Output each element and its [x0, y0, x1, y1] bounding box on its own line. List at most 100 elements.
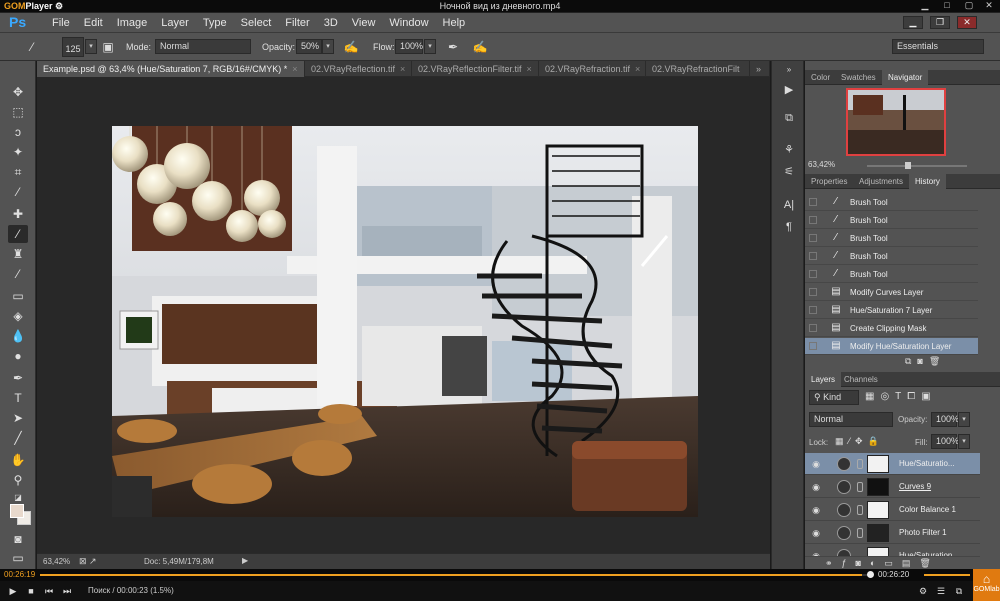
layers-footer-icons[interactable]: ⚭ƒ◙◐▭▤🗑 — [825, 558, 995, 569]
seek-track[interactable] — [40, 574, 870, 576]
mode-select[interactable]: Normal — [155, 39, 251, 54]
seek-thumb[interactable] — [867, 571, 874, 578]
menu-help[interactable]: Help — [436, 13, 473, 33]
layer-mask-thumbnail[interactable] — [867, 478, 889, 496]
navigator-thumbnail[interactable] — [846, 88, 946, 156]
expand-strip-icon[interactable]: » — [780, 61, 798, 79]
marquee-tool-icon[interactable]: ⬚ — [8, 103, 28, 121]
zoom-tool-icon[interactable]: ⚲ — [8, 471, 28, 489]
brush-presets-icon[interactable]: ⚘ — [780, 141, 798, 159]
tab-vray-reflection[interactable]: 02.VRayReflection.tif × — [305, 61, 412, 77]
tab-properties[interactable]: Properties — [805, 174, 853, 189]
history-item-selected[interactable]: ▤ Modify Hue/Saturation Layer — [805, 338, 978, 355]
player-restore-icon[interactable]: ▢ — [962, 0, 976, 11]
navigator-zoom-slider[interactable] — [867, 165, 967, 167]
menu-layer[interactable]: Layer — [154, 13, 196, 33]
layer-row[interactable]: ◉ Curves 9 — [805, 476, 980, 498]
healing-tool-icon[interactable]: ✚ — [8, 205, 28, 223]
layer-row[interactable]: ◉ Hue/Saturation... — [805, 545, 980, 557]
menu-select[interactable]: Select — [234, 13, 279, 33]
history-item[interactable]: ▤ Modify Curves Layer — [805, 284, 978, 301]
character-panel-icon[interactable]: ⧉ — [780, 109, 798, 127]
visibility-eye-icon[interactable]: ◉ — [810, 458, 822, 470]
brush-size-dropdown-icon[interactable]: ▾ — [85, 39, 97, 54]
airbrush-icon[interactable]: ✒ — [445, 39, 461, 55]
line-tool-icon[interactable]: ╱ — [8, 429, 28, 447]
history-item[interactable]: ▤ Create Clipping Mask — [805, 320, 978, 337]
pen-tool-icon[interactable]: ✒ — [8, 369, 28, 387]
layer-name[interactable]: Hue/Saturatio... — [899, 453, 955, 475]
visibility-eye-icon[interactable]: ◉ — [810, 527, 822, 539]
tab-vray-reflection-filter[interactable]: 02.VRayReflectionFilter.tif × — [412, 61, 539, 77]
layer-row[interactable]: ◉ Color Balance 1 — [805, 499, 980, 521]
play-action-icon[interactable]: ▶ — [780, 81, 798, 99]
player-close-icon[interactable]: ✕ — [982, 0, 996, 11]
player-minimize-icon[interactable]: ▁ — [918, 0, 932, 11]
layer-row-selected[interactable]: ◉ Hue/Saturatio... — [805, 453, 980, 475]
status-menu-arrow-icon[interactable]: ▶ — [242, 556, 248, 565]
layer-name[interactable]: Hue/Saturation... — [899, 545, 959, 556]
layer-mask-thumbnail[interactable] — [867, 524, 889, 542]
layer-mask-thumbnail[interactable] — [867, 455, 889, 473]
menu-type[interactable]: Type — [196, 13, 234, 33]
layer-blend-mode[interactable]: Normal — [809, 412, 893, 427]
visibility-eye-icon[interactable]: ◉ — [810, 481, 822, 493]
close-tab-icon[interactable]: × — [527, 64, 532, 74]
tab-history[interactable]: History — [909, 174, 946, 189]
next-icon[interactable]: ⏭ — [60, 584, 74, 598]
layer-filter-icons[interactable]: ▦◎T⧠▣ — [865, 391, 937, 402]
playlist-icon[interactable]: ☰ — [934, 584, 948, 598]
layer-opacity-input[interactable]: 100% — [931, 412, 959, 427]
menu-3d[interactable]: 3D — [317, 13, 345, 33]
close-tab-icon[interactable]: × — [400, 64, 405, 74]
opacity-input[interactable]: 50% — [296, 39, 322, 54]
layer-row[interactable]: ◉ Photo Filter 1 — [805, 522, 980, 544]
tab-vray-refraction[interactable]: 02.VRayRefraction.tif × — [539, 61, 646, 77]
move-tool-icon[interactable]: ✥ — [8, 83, 28, 101]
history-item[interactable]: ⁄ Brush Tool — [805, 248, 978, 265]
fill-input[interactable]: 100% — [931, 434, 959, 449]
preferences-icon[interactable]: ⚙ — [916, 584, 930, 598]
layer-kind-filter[interactable]: ⚲ Kind — [809, 390, 859, 405]
navigator-zoom[interactable]: 63,42% — [808, 160, 835, 169]
quick-mask-icon[interactable]: ◙ — [8, 530, 28, 548]
tab-adjustments[interactable]: Adjustments — [853, 174, 909, 189]
crop-tool-icon[interactable]: ⌗ — [8, 163, 28, 181]
menu-window[interactable]: Window — [382, 13, 435, 33]
pressure-size-icon[interactable]: ✍ — [472, 39, 488, 55]
canvas-area[interactable] — [37, 77, 770, 553]
link-chain-icon[interactable] — [857, 482, 863, 492]
navigator-slider-thumb[interactable] — [905, 162, 911, 169]
blur-tool-icon[interactable]: 💧 — [8, 327, 28, 345]
type-tool-icon[interactable]: T — [8, 389, 28, 407]
previous-icon[interactable]: ⏮ — [42, 584, 56, 598]
layer-opacity-dropdown-icon[interactable]: ▾ — [958, 412, 970, 427]
link-chain-icon[interactable] — [857, 459, 863, 469]
lock-icons[interactable]: ▦⁄✥🔒 — [835, 436, 884, 447]
flow-input[interactable]: 100% — [395, 39, 423, 54]
tab-layers[interactable]: Layers — [805, 372, 842, 387]
tab-example-psd[interactable]: Example.psd @ 63,4% (Hue/Saturation 7, R… — [37, 61, 305, 77]
layer-mask-thumbnail[interactable] — [867, 547, 889, 556]
ps-restore-icon[interactable]: ❐ — [930, 16, 950, 29]
ps-close-icon[interactable]: ✕ — [957, 16, 977, 29]
history-item[interactable]: ⁄ Brush Tool — [805, 230, 978, 247]
tab-swatches[interactable]: Swatches — [835, 70, 882, 85]
status-zoom[interactable]: 63,42% — [43, 557, 70, 566]
fill-dropdown-icon[interactable]: ▾ — [958, 434, 970, 449]
brush-preset-icon[interactable]: ⁄ — [24, 39, 40, 55]
eyedropper-tool-icon[interactable]: ⁄ — [8, 183, 28, 201]
lasso-tool-icon[interactable]: ↄ — [8, 123, 28, 141]
menu-edit[interactable]: Edit — [77, 13, 110, 33]
link-chain-icon[interactable] — [857, 505, 863, 515]
link-chain-icon[interactable] — [857, 528, 863, 538]
opacity-dropdown-icon[interactable]: ▾ — [322, 39, 334, 54]
paint-bucket-tool-icon[interactable]: ◈ — [8, 307, 28, 325]
hand-tool-icon[interactable]: ✋ — [8, 451, 28, 469]
brush-panel-icon[interactable]: ▣ — [100, 39, 116, 55]
layer-mask-thumbnail[interactable] — [867, 501, 889, 519]
menu-image[interactable]: Image — [110, 13, 155, 33]
brush-size-picker[interactable]: 125 — [62, 37, 84, 57]
layer-name[interactable]: Photo Filter 1 — [899, 522, 947, 544]
history-actions[interactable]: ⧉◙🗑 — [905, 356, 995, 368]
